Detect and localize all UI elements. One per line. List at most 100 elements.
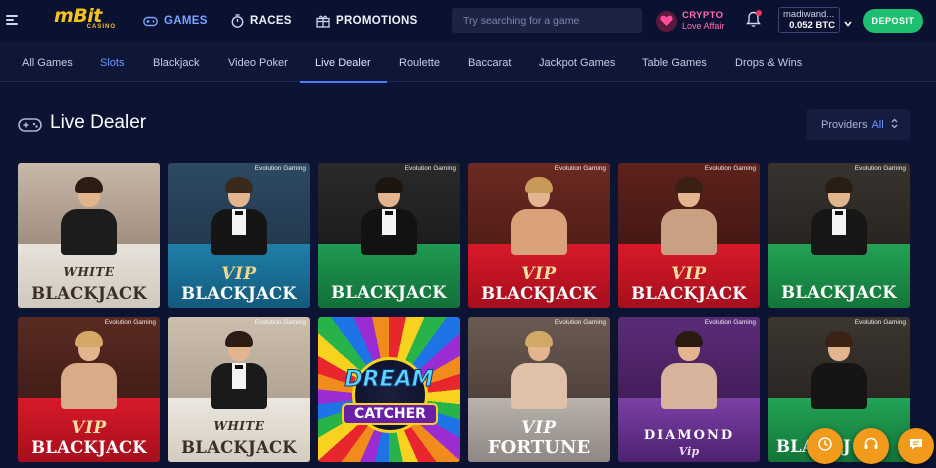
provider-label: Evolution Gaming: [254, 165, 306, 172]
notification-bell-icon[interactable]: [746, 10, 762, 29]
dealer-image: [661, 177, 717, 255]
game-title-line1: WHITE: [213, 419, 265, 433]
gamepad-icon: [18, 116, 42, 134]
game-tile[interactable]: Evolution Gaming VIP BLACKJACK: [18, 317, 160, 462]
game-title-line2: FORTUNE: [487, 437, 591, 458]
nav-promotions[interactable]: PROMOTIONS: [316, 0, 418, 42]
crypto-love-affair-promo[interactable]: CRYPTO Love Affair: [656, 8, 724, 34]
tab-live-dealer[interactable]: Live Dealer: [300, 42, 387, 83]
game-title-line2: BLACKJACK: [31, 284, 147, 303]
tab-blackjack[interactable]: Blackjack: [153, 42, 199, 82]
top-bar: mBit CASINO GAMES RACES PROMOTIONS CRYPT…: [0, 0, 936, 42]
game-title-line1: WHITE: [63, 265, 115, 279]
game-title-line2: Vip: [678, 445, 700, 458]
game-tile[interactable]: WHITE BLACKJACK: [18, 163, 160, 308]
provider-label: Evolution Gaming: [104, 319, 156, 326]
search-input[interactable]: [452, 8, 642, 33]
username: madiwand...: [783, 9, 835, 20]
dealer-image: [811, 331, 867, 409]
gamepad-icon: [143, 16, 158, 27]
logo[interactable]: mBit CASINO: [54, 6, 120, 36]
menu-icon[interactable]: [6, 15, 18, 25]
tab-roulette[interactable]: Roulette: [399, 42, 440, 82]
chat-icon: [908, 436, 924, 457]
tab-baccarat[interactable]: Baccarat: [468, 42, 511, 82]
category-tabs: All Games Slots Blackjack Video Poker Li…: [0, 42, 936, 83]
tab-drops-and-wins[interactable]: Drops & Wins: [735, 42, 802, 82]
tab-slots[interactable]: Slots: [100, 42, 124, 82]
nav-games[interactable]: GAMES: [143, 0, 208, 42]
dealer-image: [511, 177, 567, 255]
dealer-image: [511, 331, 567, 409]
logo-text: mBit: [54, 5, 102, 27]
stopwatch-icon: [231, 14, 244, 28]
game-title-line1: VIP: [521, 418, 557, 438]
tab-jackpot-games[interactable]: Jackpot Games: [539, 42, 615, 82]
game-title-line1: VIP: [671, 264, 707, 284]
heart-icon: [656, 10, 677, 32]
game-title-line2: BLACKJACK: [631, 284, 747, 303]
gift-icon: [316, 14, 330, 28]
account-balance[interactable]: madiwand... 0.052 BTC: [778, 7, 840, 33]
game-title-line1: DREAM: [344, 367, 434, 393]
provider-label: Evolution Gaming: [704, 319, 756, 326]
nav-promotions-label: PROMOTIONS: [336, 15, 418, 27]
game-title-line1: VIP: [521, 264, 557, 284]
sort-icon: [891, 118, 898, 132]
game-tile[interactable]: Evolution Gaming BLACKJACK: [318, 163, 460, 308]
page-title: Live Dealer: [50, 112, 147, 133]
game-tile[interactable]: Evolution Gaming VIP BLACKJACK: [468, 163, 610, 308]
balance: 0.052 BTC: [789, 20, 835, 31]
game-tile[interactable]: Evolution Gaming DIAMOND Vip: [618, 317, 760, 462]
game-title-line2: CATCHER: [342, 403, 438, 425]
dealer-image: [61, 177, 117, 255]
providers-value: All: [871, 118, 884, 131]
providers-filter[interactable]: Providers All: [806, 109, 910, 140]
tab-table-games[interactable]: Table Games: [642, 42, 707, 82]
game-title-line2: BLACKJACK: [331, 283, 447, 302]
provider-label: Evolution Gaming: [854, 319, 906, 326]
clock-icon: [817, 436, 833, 457]
dealer-image: [211, 177, 267, 255]
game-title-line1: VIP: [221, 264, 257, 284]
game-title-line2: BLACKJACK: [781, 283, 897, 302]
crypto-title: CRYPTO: [682, 9, 724, 21]
support-button[interactable]: [853, 428, 889, 464]
dealer-image: [61, 331, 117, 409]
providers-label: Providers: [821, 118, 868, 131]
notification-dot: [756, 10, 762, 16]
game-tile[interactable]: Evolution Gaming VIP BLACKJACK: [618, 163, 760, 308]
game-title-line2: BLACKJACK: [481, 284, 597, 303]
provider-label: Evolution Gaming: [254, 319, 306, 326]
tab-video-poker[interactable]: Video Poker: [228, 42, 288, 82]
deposit-button[interactable]: DEPOSIT: [863, 9, 923, 33]
crypto-subtitle: Love Affair: [682, 20, 725, 31]
game-title-line2: BLACKJACK: [181, 284, 297, 303]
game-title-line2: BLACKJACK: [181, 438, 297, 457]
game-tile[interactable]: Evolution Gaming VIP BLACKJACK: [168, 163, 310, 308]
dealer-image: [211, 331, 267, 409]
game-tile[interactable]: Evolution Gaming BLACKJACK: [768, 163, 910, 308]
chevron-down-icon[interactable]: [844, 14, 852, 27]
nav-races-label: RACES: [250, 15, 292, 27]
provider-label: Evolution Gaming: [554, 319, 606, 326]
chat-button[interactable]: [898, 428, 934, 464]
tab-all-games[interactable]: All Games: [22, 42, 73, 82]
nav-races[interactable]: RACES: [231, 0, 292, 42]
provider-label: Evolution Gaming: [554, 165, 606, 172]
game-title-line1: DIAMOND: [643, 428, 735, 443]
headset-icon: [863, 436, 879, 457]
clock-history-button[interactable]: [807, 428, 843, 464]
game-tile[interactable]: DREAM CATCHER: [318, 317, 460, 462]
game-title-line1: VIP: [71, 418, 107, 438]
provider-label: Evolution Gaming: [704, 165, 756, 172]
dealer-image: [361, 177, 417, 255]
nav-games-label: GAMES: [164, 15, 208, 27]
dealer-image: [811, 177, 867, 255]
provider-label: Evolution Gaming: [404, 165, 456, 172]
game-title-line2: BLACKJACK: [31, 438, 147, 457]
provider-label: Evolution Gaming: [854, 165, 906, 172]
dealer-image: [661, 331, 717, 409]
game-tile[interactable]: Evolution Gaming VIP FORTUNE: [468, 317, 610, 462]
game-tile[interactable]: Evolution Gaming WHITE BLACKJACK: [168, 317, 310, 462]
